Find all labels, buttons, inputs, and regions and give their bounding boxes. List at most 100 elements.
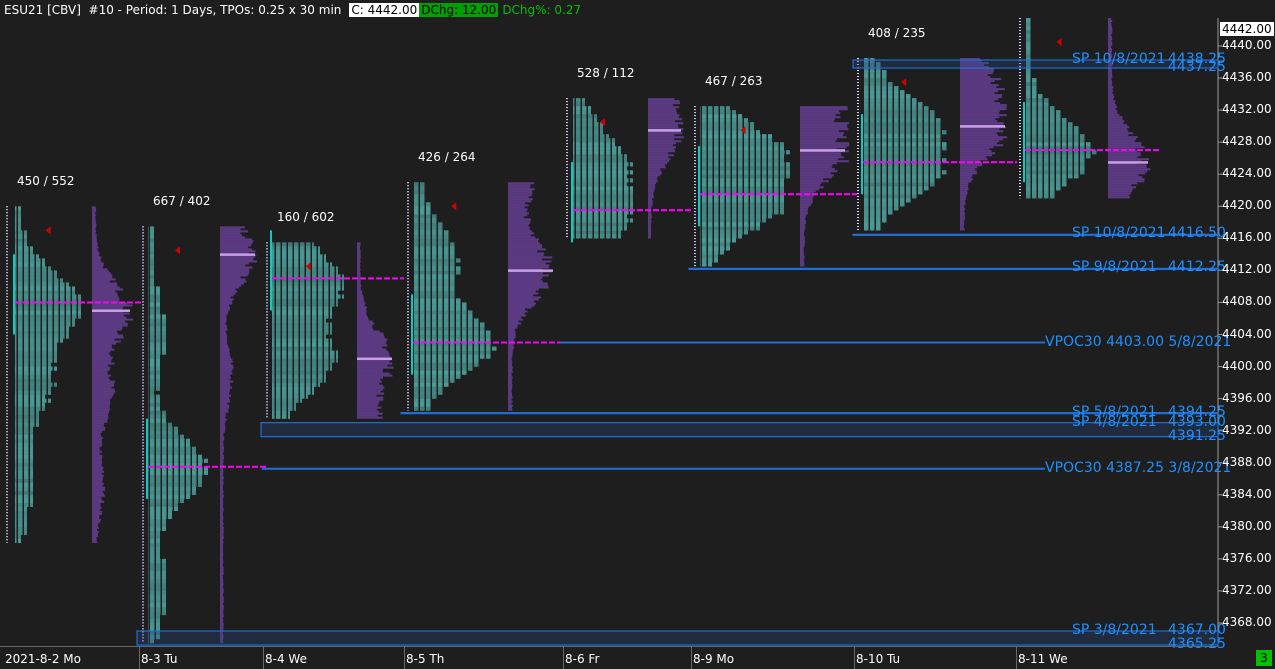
volume-row xyxy=(648,198,653,201)
volume-row xyxy=(220,348,230,351)
tpo-row xyxy=(148,266,154,271)
volume-row xyxy=(357,368,383,371)
initial-balance-bar xyxy=(698,146,700,227)
volume-row xyxy=(960,134,999,137)
day-profile[interactable] xyxy=(1019,17,1160,199)
tpo-row xyxy=(573,178,633,183)
day-profile[interactable] xyxy=(857,58,1017,231)
tpo-row xyxy=(413,194,425,199)
volume-row xyxy=(92,246,99,249)
tpo-row xyxy=(15,414,39,419)
close-price: C: 4442.00 xyxy=(349,2,420,17)
day-profile[interactable] xyxy=(566,98,693,243)
day-profile[interactable] xyxy=(142,226,267,644)
volume-row xyxy=(357,410,379,413)
volume-row xyxy=(220,542,224,545)
tpo-row xyxy=(15,422,39,427)
day-profile[interactable] xyxy=(266,230,404,419)
volume-row xyxy=(960,154,993,157)
volume-row xyxy=(92,270,110,273)
volume-row xyxy=(220,264,246,267)
tpo-row xyxy=(1025,46,1031,51)
volume-row xyxy=(220,340,228,343)
volume-row xyxy=(800,164,833,167)
tpo-row xyxy=(413,302,467,307)
volume-row xyxy=(960,222,965,225)
tpo-row xyxy=(15,514,27,520)
volume-row xyxy=(220,274,248,277)
volume-row xyxy=(92,540,98,543)
day-profile[interactable] xyxy=(407,182,565,411)
tpo-row xyxy=(863,214,887,219)
tpo-row xyxy=(413,270,461,275)
tpo-row xyxy=(272,262,332,267)
volume-row xyxy=(508,238,540,241)
volume-row xyxy=(92,434,102,437)
status-badge: 3 xyxy=(1256,650,1272,666)
volume-row xyxy=(357,334,385,337)
tpo-row xyxy=(272,346,332,351)
tpo-row xyxy=(1025,21,1031,27)
volume-row xyxy=(92,466,104,469)
tpo-row xyxy=(700,230,748,235)
tpo-row xyxy=(272,314,332,319)
volume-row xyxy=(648,200,653,203)
volume-row xyxy=(92,346,112,349)
volume-row xyxy=(1108,27,1113,31)
volume-row xyxy=(508,306,532,309)
volume-row xyxy=(92,480,103,483)
volume-row xyxy=(648,140,682,143)
date-label: 8-9 Mo xyxy=(693,652,735,666)
tpo-row xyxy=(15,410,39,415)
volume-row xyxy=(220,380,234,383)
volume-row xyxy=(648,120,675,123)
volume-row xyxy=(92,206,96,209)
volume-row xyxy=(357,254,361,257)
volume-row xyxy=(800,204,811,207)
tpo-row xyxy=(148,242,154,247)
day-profile[interactable] xyxy=(694,106,857,267)
volume-row xyxy=(220,362,232,365)
volume-row xyxy=(357,390,381,393)
tpo-row xyxy=(15,370,51,375)
volume-row xyxy=(92,406,110,409)
volume-row xyxy=(1108,128,1128,131)
volume-row xyxy=(800,200,813,203)
tpo-row xyxy=(148,370,160,375)
tpo-row xyxy=(148,623,160,628)
volume-row xyxy=(220,496,224,499)
volume-row xyxy=(92,500,105,503)
volume-row xyxy=(357,298,364,301)
volume-row xyxy=(1108,120,1125,123)
tpo-row xyxy=(148,558,166,564)
tpo-row xyxy=(573,142,615,147)
volume-row xyxy=(92,538,97,541)
single-print-zone[interactable] xyxy=(136,630,1219,646)
tpo-row xyxy=(863,90,905,95)
volume-row xyxy=(960,152,995,155)
volume-row xyxy=(92,450,102,453)
volume-row xyxy=(800,112,841,115)
volume-row xyxy=(508,244,543,247)
day-profile[interactable] xyxy=(6,206,142,544)
volume-row xyxy=(648,236,651,239)
volume-row xyxy=(220,598,224,602)
tpo-row xyxy=(148,262,154,267)
volume-row xyxy=(508,320,519,323)
volume-row xyxy=(960,118,996,121)
volume-row xyxy=(220,420,226,423)
volume-row xyxy=(92,322,128,325)
volume-row xyxy=(800,158,838,161)
volume-row xyxy=(220,354,230,357)
tpo-row xyxy=(148,518,166,524)
volume-row xyxy=(92,462,102,465)
tpo-row xyxy=(148,582,166,588)
volume-row xyxy=(220,614,224,618)
tpo-row xyxy=(148,478,202,483)
volume-row xyxy=(357,246,360,249)
volume-row xyxy=(220,422,225,425)
tpo-row xyxy=(148,578,166,584)
tpo-row xyxy=(148,474,202,479)
volume-row xyxy=(220,600,224,604)
volume-row xyxy=(800,146,847,149)
